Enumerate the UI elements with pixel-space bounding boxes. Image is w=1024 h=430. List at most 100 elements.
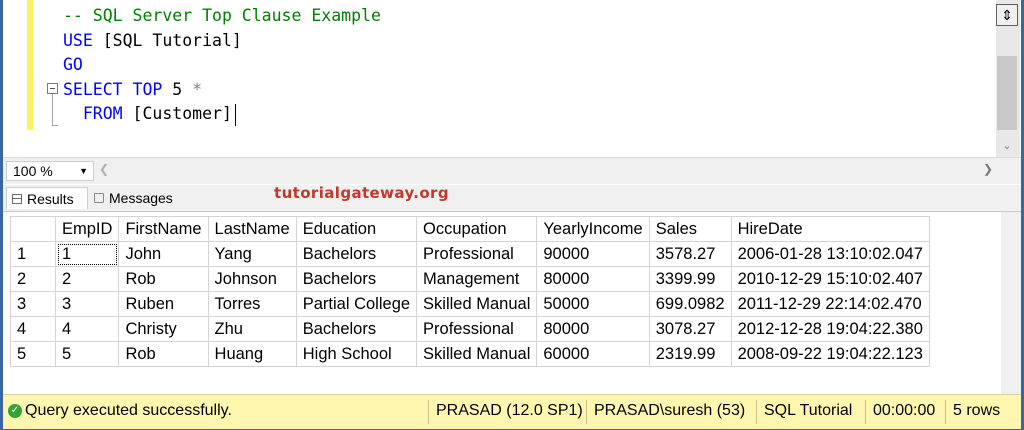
table-cell[interactable]: Bachelors <box>295 316 418 342</box>
watermark-text: tutorialgateway.org <box>274 184 449 202</box>
code-line[interactable]: FROM [Customer] <box>63 102 232 126</box>
code-token: USE <box>63 30 103 50</box>
row-number[interactable]: 2 <box>10 266 56 292</box>
table-cell[interactable]: 5 <box>54 341 120 367</box>
table-cell[interactable]: 699.0982 <box>648 291 732 317</box>
table-cell[interactable]: Management <box>416 266 538 292</box>
results-table[interactable]: EmpID FirstName LastName Education Occupatio… <box>10 216 930 367</box>
scroll-right-icon[interactable]: ❯ <box>983 162 993 176</box>
column-header[interactable]: YearlyIncome <box>536 216 650 242</box>
message-icon <box>94 193 104 203</box>
chevron-down-icon: ▼ <box>79 166 88 176</box>
table-cell[interactable]: 1 <box>54 241 120 267</box>
table-cell[interactable]: Yang <box>207 241 297 267</box>
code-token: [Customer] <box>132 104 232 124</box>
status-separator <box>586 400 587 424</box>
table-cell[interactable]: 2010-12-29 15:10:02.407 <box>730 266 930 292</box>
header-row: EmpID FirstName LastName Education Occupatio… <box>10 216 930 242</box>
table-row[interactable]: 2 2 Rob Johnson Bachelors Management 80000 3399… <box>10 266 930 292</box>
row-number[interactable]: 3 <box>10 291 56 317</box>
table-cell[interactable]: 90000 <box>536 241 650 267</box>
results-grid[interactable]: EmpID FirstName LastName Education Occupatio… <box>3 211 1021 394</box>
scroll-down-icon[interactable]: ⌄ <box>996 138 1018 154</box>
table-cell[interactable]: Professional <box>416 241 538 267</box>
tab-results-label: Results <box>27 191 74 207</box>
table-cell[interactable]: Ruben <box>118 291 209 317</box>
row-number[interactable]: 4 <box>10 316 56 342</box>
query-editor[interactable]: -- SQL Server Top Clause Example USE [SQL… <box>3 0 997 157</box>
status-user: PRASAD\suresh (53) <box>594 402 746 419</box>
table-cell[interactable]: 2008-09-22 19:04:22.123 <box>730 341 930 367</box>
table-cell[interactable]: Torres <box>207 291 297 317</box>
code-line[interactable]: -- SQL Server Top Clause Example <box>63 4 381 28</box>
table-cell[interactable]: Zhu <box>207 316 297 342</box>
column-header[interactable]: LastName <box>207 216 297 242</box>
status-separator <box>756 400 757 424</box>
table-cell[interactable]: Johnson <box>207 266 297 292</box>
table-cell[interactable]: Christy <box>118 316 209 342</box>
grid-vertical-scrollbar[interactable] <box>1001 212 1021 394</box>
outline-tick <box>52 125 58 126</box>
column-header[interactable]: Sales <box>648 216 732 242</box>
table-cell[interactable]: 4 <box>54 316 120 342</box>
column-header[interactable]: Occupation <box>416 216 538 242</box>
collapse-toggle-icon[interactable] <box>47 83 58 94</box>
table-row[interactable]: 1 1 John Yang Bachelors Professional 90000 3578… <box>10 241 930 267</box>
scroll-left-icon[interactable]: ❮ <box>99 162 109 176</box>
split-window-icon[interactable]: ⇕ <box>996 4 1018 26</box>
column-header[interactable]: Education <box>295 216 418 242</box>
tab-messages-label: Messages <box>109 190 173 206</box>
tab-results[interactable]: Results <box>6 187 88 209</box>
zoom-select[interactable]: 100 % ▼ <box>6 161 94 181</box>
table-cell[interactable]: 2319.99 <box>648 341 732 367</box>
row-number[interactable]: 5 <box>10 341 56 367</box>
editor-scroll-thumb[interactable] <box>997 56 1017 130</box>
table-cell[interactable]: 3399.99 <box>648 266 732 292</box>
table-cell[interactable]: Partial College <box>295 291 418 317</box>
table-cell[interactable]: Professional <box>416 316 538 342</box>
status-bar: ✓ Query executed successfully. PRASAD (1… <box>3 394 1021 429</box>
code-line[interactable]: SELECT TOP 5 * <box>63 78 202 102</box>
table-cell[interactable]: 2012-12-28 19:04:22.380 <box>730 316 930 342</box>
table-cell[interactable]: Bachelors <box>295 266 418 292</box>
column-header[interactable]: EmpID <box>54 216 120 242</box>
table-cell[interactable]: Skilled Manual <box>416 291 538 317</box>
table-cell[interactable]: 3578.27 <box>648 241 732 267</box>
table-cell[interactable]: 2011-12-29 22:14:02.470 <box>730 291 930 317</box>
row-number[interactable]: 1 <box>10 241 56 267</box>
table-cell[interactable]: Rob <box>118 266 209 292</box>
code-line[interactable]: USE [SQL Tutorial] <box>63 29 242 53</box>
table-cell[interactable]: 3078.27 <box>648 316 732 342</box>
code-line[interactable]: GO <box>63 53 83 77</box>
table-cell[interactable]: 50000 <box>536 291 650 317</box>
column-header[interactable]: HireDate <box>730 216 930 242</box>
row-header-corner[interactable] <box>10 216 56 242</box>
table-cell[interactable]: 3 <box>54 291 120 317</box>
grid-icon <box>12 194 22 204</box>
table-cell[interactable]: 80000 <box>536 316 650 342</box>
table-cell[interactable]: Bachelors <box>295 241 418 267</box>
table-cell[interactable]: 60000 <box>536 341 650 367</box>
table-cell[interactable]: High School <box>295 341 418 367</box>
status-database: SQL Tutorial <box>764 402 853 419</box>
success-check-icon: ✓ <box>8 404 22 418</box>
code-token: * <box>192 79 203 99</box>
table-cell[interactable]: John <box>118 241 209 267</box>
table-row[interactable]: 3 3 Ruben Torres Partial College Skilled Manu… <box>10 291 930 317</box>
column-header[interactable]: FirstName <box>118 216 209 242</box>
table-cell[interactable]: 80000 <box>536 266 650 292</box>
tab-messages[interactable]: Messages <box>89 187 181 209</box>
table-cell[interactable]: 2006-01-28 13:10:02.047 <box>730 241 930 267</box>
table-cell[interactable]: Rob <box>118 341 209 367</box>
status-server: PRASAD (12.0 SP1) <box>436 402 583 419</box>
text-caret <box>235 104 236 126</box>
change-margin <box>27 0 33 130</box>
table-row[interactable]: 4 4 Christy Zhu Bachelors Professional 80000 30… <box>10 316 930 342</box>
table-row[interactable]: 5 5 Rob Huang High School Skilled Manual 60000… <box>10 341 930 367</box>
zoom-bar: 100 % ▼ ❮ ❯ <box>3 157 1021 184</box>
code-token: [SQL Tutorial] <box>102 30 242 50</box>
table-cell[interactable]: 2 <box>54 266 120 292</box>
table-cell[interactable]: Skilled Manual <box>416 341 538 367</box>
outline-line <box>52 94 53 126</box>
table-cell[interactable]: Huang <box>207 341 297 367</box>
